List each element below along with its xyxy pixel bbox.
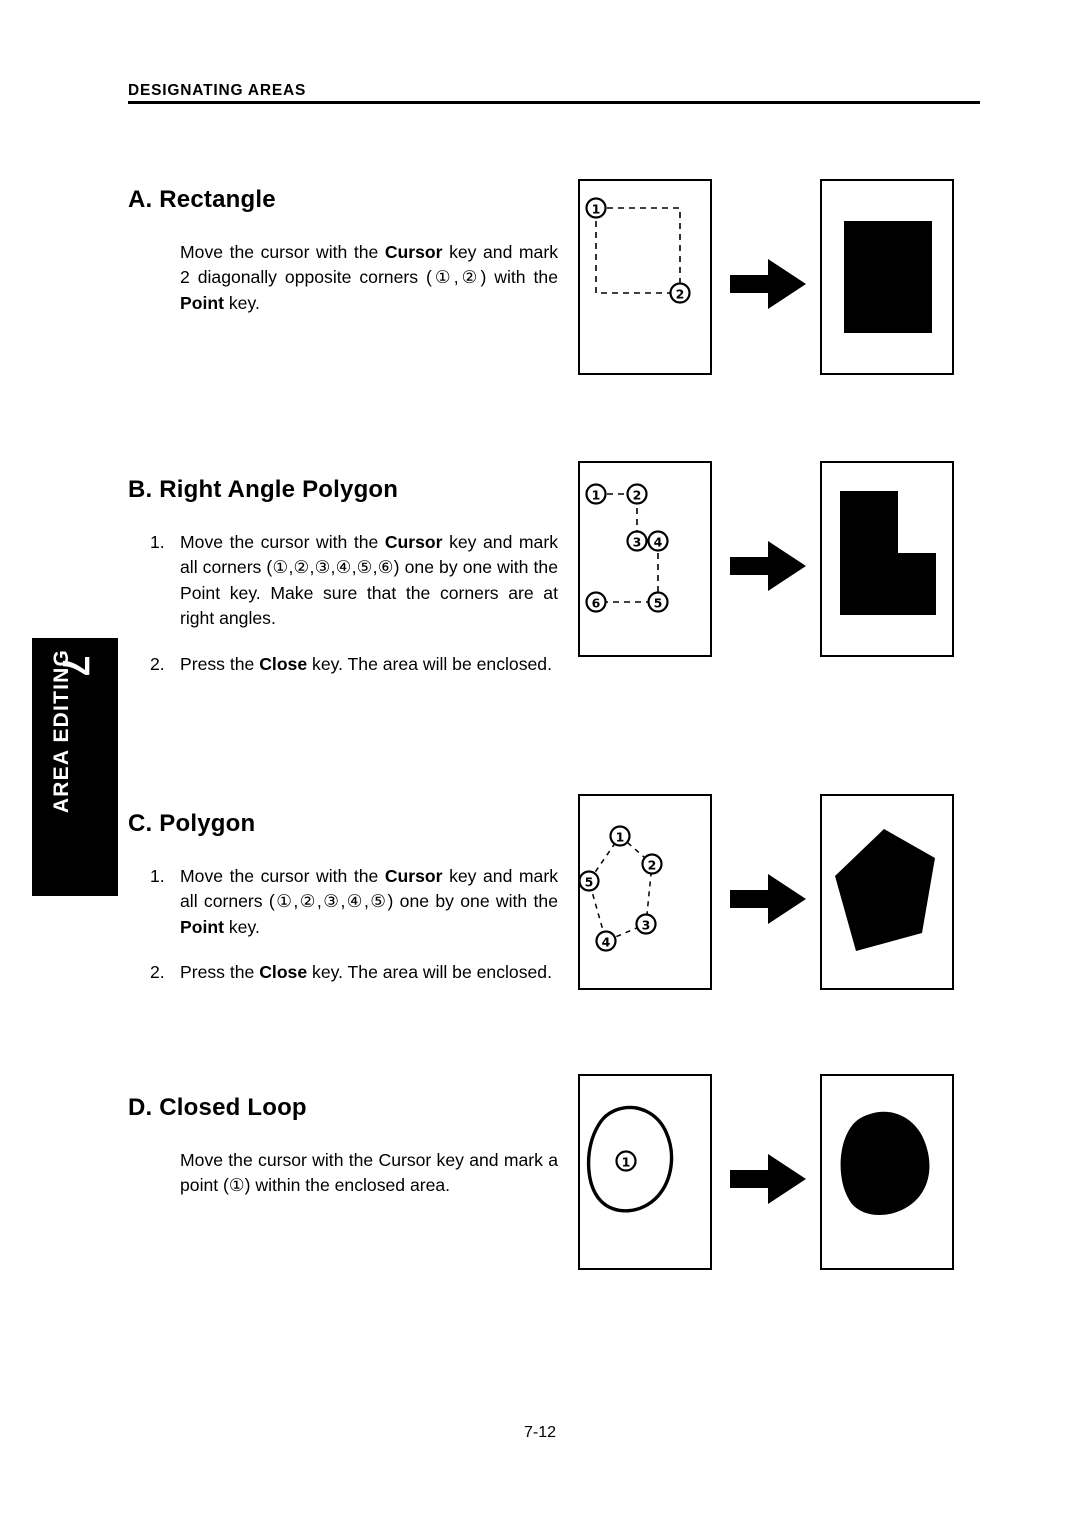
transform-arrow-icon xyxy=(728,539,808,593)
transform-arrow-icon xyxy=(728,1152,808,1206)
svg-text:4: 4 xyxy=(654,535,663,550)
svg-text:1: 1 xyxy=(616,830,625,845)
rap-before-panel: 1 2 3 4 5 6 xyxy=(578,461,712,657)
rap-after-panel xyxy=(820,461,954,657)
section-body-rap-step-2: 2. Press the Close key. The area will be… xyxy=(128,652,558,678)
filled-l-shape xyxy=(840,491,936,615)
polygon-before-panel: 1 2 3 4 5 xyxy=(578,794,712,990)
polygon-after-panel xyxy=(820,794,954,990)
svg-text:6: 6 xyxy=(592,596,601,611)
header-rule xyxy=(128,101,980,105)
filled-pentagon xyxy=(835,829,935,951)
transform-arrow-icon xyxy=(728,257,808,311)
list-text: Move the cursor with the Cursor key and … xyxy=(180,865,558,937)
svg-text:1: 1 xyxy=(592,488,601,503)
section-body-closed-loop: Move the cursor with the Cursor key and … xyxy=(180,1149,558,1196)
section-body-polygon-step-1: 1. Move the cursor with the Cursor key a… xyxy=(128,864,558,941)
list-text: Press the Close key. The area will be en… xyxy=(180,962,552,983)
list-marker: 2. xyxy=(150,962,165,983)
rectangle-before-panel: 1 2 xyxy=(578,179,712,375)
svg-text:2: 2 xyxy=(648,858,657,873)
page-header: DESIGNATING AREAS xyxy=(128,82,980,105)
section-right-angle-polygon: B. Right Angle Polygon 1. Move the curso… xyxy=(128,476,558,677)
page-footer: 7-12 xyxy=(0,1424,1080,1442)
closed-loop-before-panel: 1 xyxy=(578,1074,712,1270)
dashed-rectangle xyxy=(595,207,681,294)
svg-text:1: 1 xyxy=(592,202,601,217)
page-title: DESIGNATING AREAS xyxy=(128,82,307,99)
list-text: Move the cursor with the Cursor key and … xyxy=(180,531,558,629)
section-rectangle: A. Rectangle Move the cursor with the Cu… xyxy=(128,186,558,316)
list-marker: 1. xyxy=(150,865,165,886)
transform-arrow-icon xyxy=(728,872,808,926)
svg-text:1: 1 xyxy=(622,1155,631,1170)
dashed-l-shape xyxy=(596,493,659,603)
section-title-right-angle-polygon: B. Right Angle Polygon xyxy=(128,476,399,503)
section-body-polygon-step-2: 2. Press the Close key. The area will be… xyxy=(128,960,558,986)
filled-closed-loop xyxy=(840,1111,930,1216)
section-body-rectangle: Move the cursor with the Cursor key and … xyxy=(180,241,558,313)
svg-text:4: 4 xyxy=(602,935,611,950)
svg-text:3: 3 xyxy=(642,918,651,933)
svg-text:5: 5 xyxy=(585,875,594,890)
section-polygon: C. Polygon 1. Move the cursor with the C… xyxy=(128,810,558,986)
list-text: Press the Close key. The area will be en… xyxy=(180,653,552,674)
svg-text:5: 5 xyxy=(654,596,663,611)
list-marker: 2. xyxy=(150,653,165,674)
svg-text:3: 3 xyxy=(633,535,642,550)
section-title-rectangle: A. Rectangle xyxy=(128,186,276,213)
svg-text:2: 2 xyxy=(633,488,642,503)
section-title-polygon: C. Polygon xyxy=(128,810,256,837)
svg-text:2: 2 xyxy=(676,287,685,302)
list-marker: 1. xyxy=(150,531,165,552)
chapter-tab-label: AREA EDITING xyxy=(50,648,73,814)
section-title-closed-loop: D. Closed Loop xyxy=(128,1094,307,1121)
chapter-tab: 7 AREA EDITING xyxy=(32,638,118,896)
page-number: 7-12 xyxy=(523,1424,557,1441)
section-closed-loop: D. Closed Loop Move the cursor with the … xyxy=(128,1094,558,1199)
closed-loop-after-panel xyxy=(820,1074,954,1270)
rectangle-after-panel xyxy=(820,179,954,375)
section-body-rap-step-1: 1. Move the cursor with the Cursor key a… xyxy=(128,530,558,632)
filled-rectangle xyxy=(844,221,932,333)
